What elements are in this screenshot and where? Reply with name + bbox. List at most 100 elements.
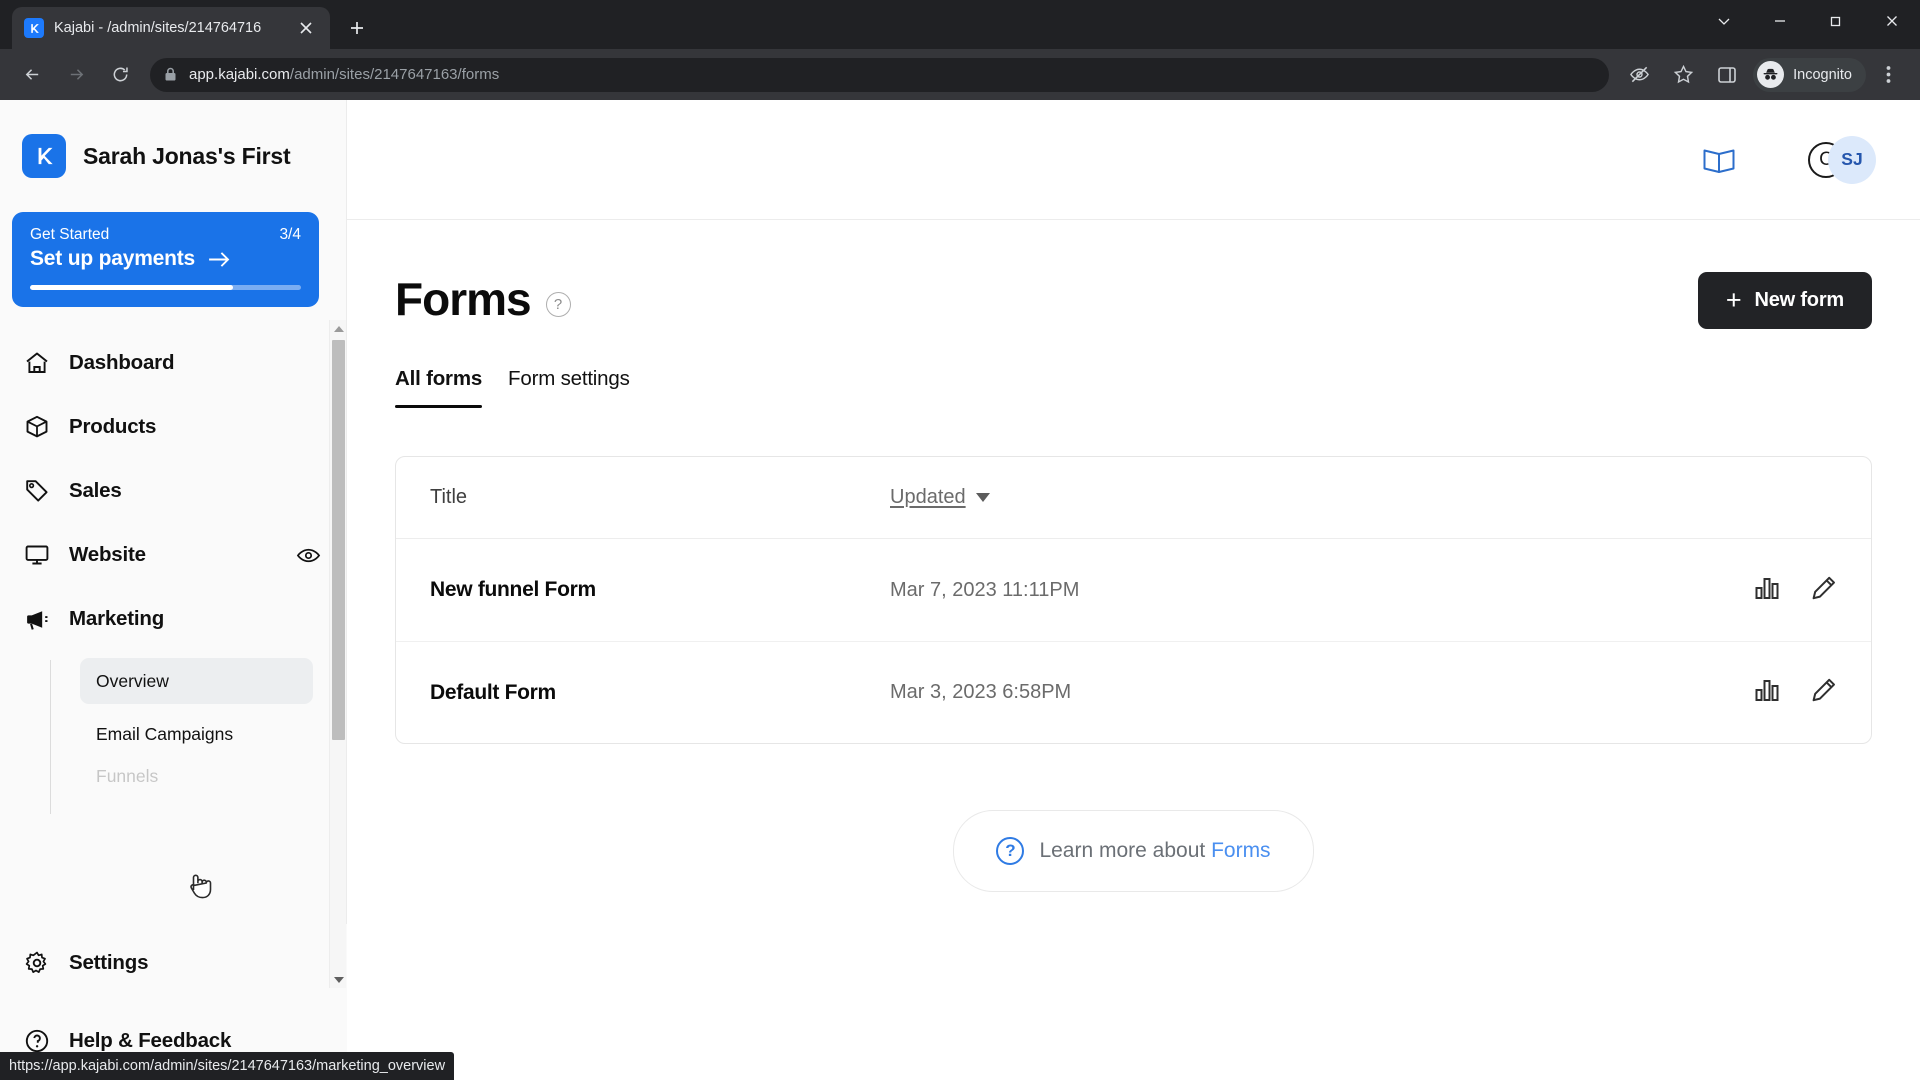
get-started-top: Get Started 3/4 bbox=[30, 226, 301, 244]
sidebar-item-marketing[interactable]: Marketing bbox=[0, 587, 347, 651]
learn-more-link[interactable]: Forms bbox=[1211, 839, 1271, 862]
eye-icon[interactable] bbox=[296, 543, 321, 568]
box-icon bbox=[22, 412, 52, 442]
sidebar-scrollbar[interactable] bbox=[329, 320, 346, 988]
close-icon[interactable] bbox=[294, 16, 318, 40]
kebab-menu-icon[interactable] bbox=[1871, 58, 1905, 92]
sidebar-subitem-label: Overview bbox=[96, 670, 169, 691]
sidebar-item-sales[interactable]: Sales bbox=[0, 459, 347, 523]
page-title-row: Forms ? bbox=[395, 272, 571, 326]
tab-form-settings[interactable]: Form settings bbox=[508, 367, 630, 408]
analytics-icon[interactable] bbox=[1755, 576, 1781, 605]
form-updated-date: Mar 7, 2023 11:11PM bbox=[890, 578, 1080, 601]
table-row[interactable]: New funnel Form Mar 7, 2023 11:11PM bbox=[396, 539, 1871, 641]
edit-pencil-icon[interactable] bbox=[1811, 677, 1837, 708]
sidebar-item-dashboard[interactable]: Dashboard bbox=[0, 331, 347, 395]
learn-more-button[interactable]: ? Learn more about Forms bbox=[953, 810, 1314, 892]
star-icon[interactable] bbox=[1666, 58, 1700, 92]
close-icon[interactable] bbox=[1864, 0, 1920, 42]
sidebar-item-settings[interactable]: Settings bbox=[0, 924, 347, 1002]
new-form-button[interactable]: + New form bbox=[1697, 272, 1872, 329]
sidebar-item-products[interactable]: Products bbox=[0, 395, 347, 459]
forward-arrow-icon[interactable] bbox=[59, 58, 93, 92]
scroll-down-arrow[interactable] bbox=[330, 971, 347, 988]
page-content: Forms ? + New form All forms Form settin… bbox=[347, 220, 1920, 892]
eye-off-icon[interactable] bbox=[1622, 58, 1656, 92]
plus-icon: + bbox=[1725, 285, 1742, 315]
form-title: New funnel Form bbox=[430, 578, 596, 601]
browser-tab[interactable]: Kajabi - /admin/sites/214764716 bbox=[12, 7, 330, 49]
get-started-progress-fill bbox=[30, 285, 234, 290]
mouse-cursor bbox=[186, 868, 216, 909]
form-title: Default Form bbox=[430, 680, 556, 704]
browser-titlebar: Kajabi - /admin/sites/214764716 bbox=[0, 0, 1920, 49]
profile-incognito-button[interactable]: Incognito bbox=[1753, 57, 1866, 92]
sidebar-item-email-campaigns[interactable]: Email Campaigns bbox=[80, 711, 313, 757]
open-book-icon[interactable] bbox=[1702, 145, 1736, 175]
get-started-cta-label: Set up payments bbox=[30, 247, 196, 270]
get-started-progress-bar bbox=[30, 285, 301, 290]
tag-icon bbox=[22, 476, 52, 506]
learn-more-text: Learn more about Forms bbox=[1039, 839, 1270, 863]
new-form-button-label: New form bbox=[1754, 289, 1844, 311]
arrow-right-icon bbox=[208, 251, 231, 268]
get-started-progress-text: 3/4 bbox=[279, 226, 301, 243]
avatar[interactable]: SJ bbox=[1828, 135, 1876, 184]
tab-all-forms[interactable]: All forms bbox=[395, 367, 482, 408]
sidebar-item-label: Marketing bbox=[69, 607, 165, 630]
table-header: Title Updated bbox=[396, 457, 1871, 539]
page-viewport: Sarah Jonas's First Get Started 3/4 Set … bbox=[0, 100, 1920, 1080]
incognito-icon bbox=[1757, 61, 1785, 88]
learn-more-prefix: Learn more about bbox=[1039, 839, 1206, 862]
row-actions bbox=[1755, 575, 1837, 606]
get-started-card[interactable]: Get Started 3/4 Set up payments bbox=[12, 212, 319, 307]
column-header-updated[interactable]: Updated bbox=[890, 486, 990, 509]
edit-pencil-icon[interactable] bbox=[1811, 575, 1837, 606]
monitor-icon bbox=[22, 540, 52, 570]
side-panel-icon[interactable] bbox=[1710, 58, 1744, 92]
sidebar-item-label: Website bbox=[69, 543, 146, 566]
toolbar-actions: Incognito bbox=[1617, 57, 1910, 92]
brand-header[interactable]: Sarah Jonas's First bbox=[0, 100, 346, 212]
maximize-icon[interactable] bbox=[1808, 0, 1864, 42]
chevron-down-icon[interactable] bbox=[1696, 0, 1752, 42]
sidebar-subitem-label: Funnels bbox=[96, 765, 159, 786]
help-circle-icon[interactable]: ? bbox=[545, 291, 571, 317]
column-header-title: Title bbox=[430, 486, 468, 508]
back-arrow-icon[interactable] bbox=[15, 58, 49, 92]
scroll-up-arrow[interactable] bbox=[330, 320, 347, 337]
page-title: Forms bbox=[395, 273, 532, 325]
browser-status-bar: https://app.kajabi.com/admin/sites/21476… bbox=[0, 1052, 455, 1080]
analytics-icon[interactable] bbox=[1755, 678, 1781, 707]
caret-down-icon bbox=[975, 493, 990, 502]
forms-table-card: Title Updated New funnel Form Mar 7, 202… bbox=[395, 456, 1872, 744]
sidebar-item-funnels[interactable]: Funnels bbox=[80, 764, 313, 788]
reload-icon[interactable] bbox=[103, 58, 137, 92]
sidebar-scroll-area: Get Started 3/4 Set up payments Dashboar… bbox=[0, 212, 347, 996]
page-header: Forms ? + New form bbox=[395, 272, 1872, 329]
sidebar-item-website[interactable]: Website bbox=[0, 523, 347, 587]
gear-icon bbox=[22, 948, 52, 978]
column-header-updated-label: Updated bbox=[890, 486, 966, 508]
sidebar-item-overview[interactable]: Overview bbox=[80, 658, 313, 704]
tab-title: Kajabi - /admin/sites/214764716 bbox=[54, 20, 262, 36]
kajabi-logo-icon bbox=[24, 18, 44, 38]
address-bar-text: app.kajabi.com/admin/sites/2147647163/fo… bbox=[189, 66, 499, 83]
avatar-group[interactable]: C SJ bbox=[1808, 135, 1876, 184]
get-started-cta[interactable]: Set up payments bbox=[30, 247, 301, 271]
kajabi-logo-icon bbox=[22, 134, 66, 178]
sidebar-item-label: Settings bbox=[69, 951, 149, 974]
minimize-icon[interactable] bbox=[1752, 0, 1808, 42]
table-row[interactable]: Default Form Mar 3, 2023 6:58PM bbox=[396, 641, 1871, 743]
home-icon bbox=[22, 348, 52, 378]
new-tab-button[interactable] bbox=[340, 11, 374, 45]
sidebar: Sarah Jonas's First Get Started 3/4 Set … bbox=[0, 100, 347, 1080]
window-controls bbox=[1696, 0, 1920, 42]
tab-label: All forms bbox=[395, 367, 483, 390]
address-bar[interactable]: app.kajabi.com/admin/sites/2147647163/fo… bbox=[150, 57, 1610, 92]
url-domain: app.kajabi.com bbox=[189, 66, 290, 83]
browser-window: Kajabi - /admin/sites/214764716 app.kaja… bbox=[0, 0, 1920, 1080]
scrollbar-thumb[interactable] bbox=[332, 340, 345, 740]
tab-label: Form settings bbox=[508, 367, 630, 390]
sidebar-item-label: Products bbox=[69, 415, 157, 438]
